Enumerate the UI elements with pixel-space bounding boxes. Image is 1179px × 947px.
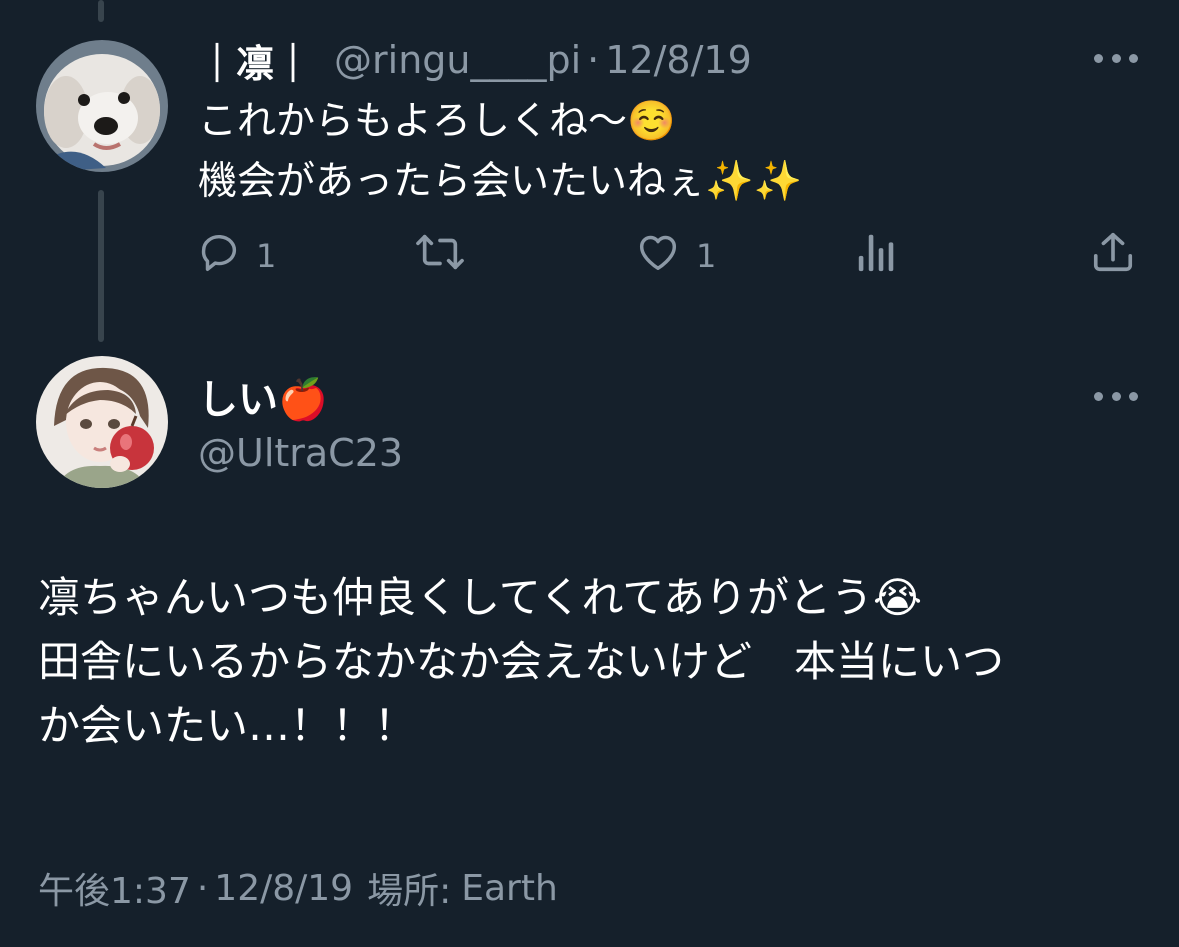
main-body-line: 田舎にいるからなかなか会えないけど 本当にいつ bbox=[38, 637, 1005, 686]
like-count: 1 bbox=[696, 237, 717, 275]
reply-action-retweet[interactable] bbox=[414, 228, 480, 284]
thread-line-connector bbox=[98, 190, 104, 342]
reply-count: 1 bbox=[256, 237, 277, 275]
reply-action-analytics[interactable] bbox=[856, 228, 898, 284]
tweet-time[interactable]: 午後1:37 bbox=[38, 862, 191, 914]
analytics-icon bbox=[856, 229, 898, 283]
reply-author-handle[interactable]: @ringu____pi bbox=[334, 38, 581, 82]
reply-date[interactable]: 12/8/19 bbox=[605, 38, 752, 82]
more-horizontal-icon[interactable] bbox=[1094, 386, 1138, 406]
main-author-handle[interactable]: @UltraC23 bbox=[198, 425, 403, 481]
reply-avatar[interactable] bbox=[36, 40, 168, 172]
meta-separator: · bbox=[196, 867, 209, 909]
reply-action-like[interactable]: 1 bbox=[634, 228, 716, 284]
place-label: 場所: bbox=[367, 871, 452, 912]
main-body-line: 凛ちゃんいつも仲良くしてくれてありがとう😭 bbox=[38, 573, 923, 622]
main-body: 凛ちゃんいつも仲良くしてくれてありがとう😭 田舎にいるからなかなか会えないけど … bbox=[38, 566, 1004, 758]
main-avatar[interactable] bbox=[36, 356, 168, 488]
reply-separator: · bbox=[587, 38, 600, 82]
tweet-date[interactable]: 12/8/19 bbox=[214, 868, 353, 909]
reply-body-line: 機会があったら会いたいねぇ✨✨ bbox=[198, 159, 803, 204]
retweet-icon bbox=[414, 229, 466, 283]
more-horizontal-icon[interactable] bbox=[1094, 48, 1138, 68]
reply-body: これからもよろしくね〜☺️ 機会があったら会いたいねぇ✨✨ bbox=[198, 92, 802, 212]
reply-icon bbox=[196, 229, 242, 283]
reply-author-name[interactable]: ｜凛｜ bbox=[198, 33, 312, 88]
heart-icon bbox=[634, 229, 682, 283]
thread-line-top bbox=[98, 0, 104, 22]
main-body-line: か会いたい…！！！ bbox=[38, 701, 417, 750]
share-icon bbox=[1090, 229, 1136, 283]
reply-action-share[interactable] bbox=[1090, 228, 1136, 284]
place-value[interactable]: Earth bbox=[461, 868, 558, 909]
reply-body-line: これからもよろしくね〜☺️ bbox=[198, 99, 676, 144]
reply-action-reply[interactable]: 1 bbox=[196, 228, 276, 284]
reply-header: ｜凛｜ @ringu____pi · 12/8/19 bbox=[198, 30, 752, 90]
tweet-meta: 午後1:37 · 12/8/19 場所: Earth bbox=[38, 860, 558, 916]
main-author-name[interactable]: しい🍎 bbox=[198, 365, 328, 427]
